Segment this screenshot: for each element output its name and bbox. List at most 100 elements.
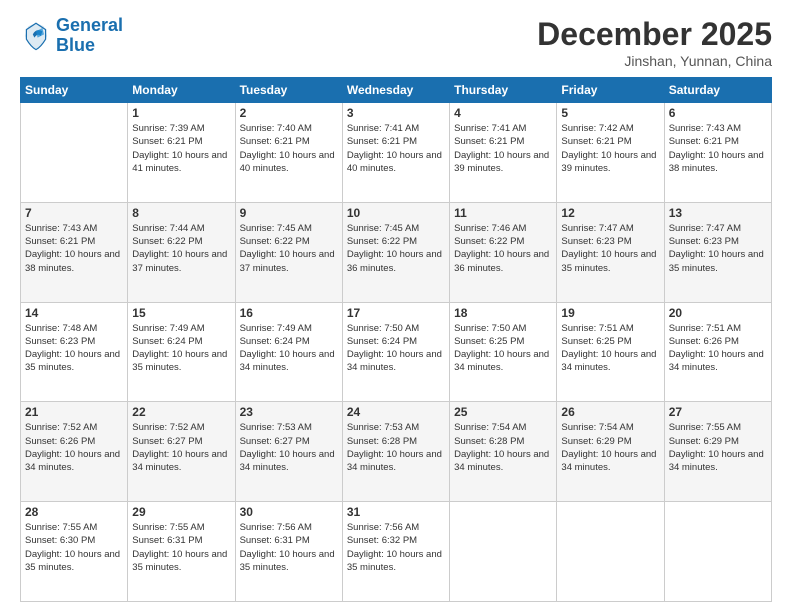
day-info: Sunrise: 7:45 AMSunset: 6:22 PMDaylight:…: [347, 222, 445, 275]
day-info: Sunrise: 7:51 AMSunset: 6:25 PMDaylight:…: [561, 322, 659, 375]
day-number: 22: [132, 405, 230, 419]
day-number: 27: [669, 405, 767, 419]
day-number: 15: [132, 306, 230, 320]
day-info: Sunrise: 7:47 AMSunset: 6:23 PMDaylight:…: [669, 222, 767, 275]
day-number: 18: [454, 306, 552, 320]
day-number: 26: [561, 405, 659, 419]
day-number: 17: [347, 306, 445, 320]
day-info: Sunrise: 7:50 AMSunset: 6:24 PMDaylight:…: [347, 322, 445, 375]
day-info: Sunrise: 7:55 AMSunset: 6:29 PMDaylight:…: [669, 421, 767, 474]
day-cell: 29 Sunrise: 7:55 AMSunset: 6:31 PMDayligh…: [128, 502, 235, 602]
day-info: Sunrise: 7:45 AMSunset: 6:22 PMDaylight:…: [240, 222, 338, 275]
day-number: 30: [240, 505, 338, 519]
day-cell: 5 Sunrise: 7:42 AMSunset: 6:21 PMDaylight…: [557, 103, 664, 203]
day-cell: 9 Sunrise: 7:45 AMSunset: 6:22 PMDaylight…: [235, 202, 342, 302]
day-info: Sunrise: 7:52 AMSunset: 6:27 PMDaylight:…: [132, 421, 230, 474]
weekday-header-monday: Monday: [128, 78, 235, 103]
weekday-header-thursday: Thursday: [450, 78, 557, 103]
day-cell: 14 Sunrise: 7:48 AMSunset: 6:23 PMDayligh…: [21, 302, 128, 402]
day-cell: 15Sunrise: 7:49 AMSunset: 6:24 PMDayligh…: [128, 302, 235, 402]
day-cell: 28 Sunrise: 7:55 AMSunset: 6:30 PMDayligh…: [21, 502, 128, 602]
day-number: 20: [669, 306, 767, 320]
day-cell: 25 Sunrise: 7:54 AMSunset: 6:28 PMDayligh…: [450, 402, 557, 502]
day-info: Sunrise: 7:50 AMSunset: 6:25 PMDaylight:…: [454, 322, 552, 375]
weekday-header-wednesday: Wednesday: [342, 78, 449, 103]
weekday-header-saturday: Saturday: [664, 78, 771, 103]
day-cell: 13 Sunrise: 7:47 AMSunset: 6:23 PMDayligh…: [664, 202, 771, 302]
day-number: 25: [454, 405, 552, 419]
day-cell: 1 Sunrise: 7:39 AMSunset: 6:21 PMDaylight…: [128, 103, 235, 203]
day-number: 6: [669, 106, 767, 120]
day-cell: [557, 502, 664, 602]
day-number: 23: [240, 405, 338, 419]
day-info: Sunrise: 7:43 AMSunset: 6:21 PMDaylight:…: [669, 122, 767, 175]
day-cell: 18 Sunrise: 7:50 AMSunset: 6:25 PMDayligh…: [450, 302, 557, 402]
day-cell: [664, 502, 771, 602]
month-title: December 2025: [537, 16, 772, 53]
calendar: SundayMondayTuesdayWednesdayThursdayFrid…: [20, 77, 772, 602]
day-cell: 19Sunrise: 7:51 AMSunset: 6:25 PMDayligh…: [557, 302, 664, 402]
day-cell: 22 Sunrise: 7:52 AMSunset: 6:27 PMDayligh…: [128, 402, 235, 502]
day-number: 1: [132, 106, 230, 120]
day-cell: 11 Sunrise: 7:46 AMSunset: 6:22 PMDayligh…: [450, 202, 557, 302]
day-info: Sunrise: 7:56 AMSunset: 6:31 PMDaylight:…: [240, 521, 338, 574]
day-number: 13: [669, 206, 767, 220]
day-cell: 3Sunrise: 7:41 AMSunset: 6:21 PMDaylight…: [342, 103, 449, 203]
day-cell: 10 Sunrise: 7:45 AMSunset: 6:22 PMDayligh…: [342, 202, 449, 302]
week-row-4: 28 Sunrise: 7:55 AMSunset: 6:30 PMDayligh…: [21, 502, 772, 602]
logo-text: General Blue: [56, 16, 123, 56]
day-info: Sunrise: 7:40 AMSunset: 6:21 PMDaylight:…: [240, 122, 338, 175]
logo-line1: General: [56, 15, 123, 35]
day-cell: 21Sunrise: 7:52 AMSunset: 6:26 PMDayligh…: [21, 402, 128, 502]
day-number: 7: [25, 206, 123, 220]
week-row-2: 14 Sunrise: 7:48 AMSunset: 6:23 PMDayligh…: [21, 302, 772, 402]
day-info: Sunrise: 7:55 AMSunset: 6:31 PMDaylight:…: [132, 521, 230, 574]
day-cell: [450, 502, 557, 602]
day-cell: 20 Sunrise: 7:51 AMSunset: 6:26 PMDayligh…: [664, 302, 771, 402]
day-info: Sunrise: 7:39 AMSunset: 6:21 PMDaylight:…: [132, 122, 230, 175]
day-info: Sunrise: 7:56 AMSunset: 6:32 PMDaylight:…: [347, 521, 445, 574]
day-number: 16: [240, 306, 338, 320]
day-cell: 23 Sunrise: 7:53 AMSunset: 6:27 PMDayligh…: [235, 402, 342, 502]
day-number: 11: [454, 206, 552, 220]
day-cell: 31 Sunrise: 7:56 AMSunset: 6:32 PMDayligh…: [342, 502, 449, 602]
day-number: 31: [347, 505, 445, 519]
day-info: Sunrise: 7:48 AMSunset: 6:23 PMDaylight:…: [25, 322, 123, 375]
title-block: December 2025 Jinshan, Yunnan, China: [537, 16, 772, 69]
day-info: Sunrise: 7:54 AMSunset: 6:28 PMDaylight:…: [454, 421, 552, 474]
day-info: Sunrise: 7:53 AMSunset: 6:28 PMDaylight:…: [347, 421, 445, 474]
day-number: 4: [454, 106, 552, 120]
day-info: Sunrise: 7:47 AMSunset: 6:23 PMDaylight:…: [561, 222, 659, 275]
day-cell: 17 Sunrise: 7:50 AMSunset: 6:24 PMDayligh…: [342, 302, 449, 402]
logo: General Blue: [20, 16, 123, 56]
page: General Blue December 2025 Jinshan, Yunn…: [0, 0, 792, 612]
day-info: Sunrise: 7:55 AMSunset: 6:30 PMDaylight:…: [25, 521, 123, 574]
day-info: Sunrise: 7:46 AMSunset: 6:22 PMDaylight:…: [454, 222, 552, 275]
day-cell: [21, 103, 128, 203]
day-info: Sunrise: 7:41 AMSunset: 6:21 PMDaylight:…: [454, 122, 552, 175]
day-number: 8: [132, 206, 230, 220]
day-info: Sunrise: 7:44 AMSunset: 6:22 PMDaylight:…: [132, 222, 230, 275]
day-number: 29: [132, 505, 230, 519]
weekday-header-row: SundayMondayTuesdayWednesdayThursdayFrid…: [21, 78, 772, 103]
day-cell: 30 Sunrise: 7:56 AMSunset: 6:31 PMDayligh…: [235, 502, 342, 602]
day-cell: 26Sunrise: 7:54 AMSunset: 6:29 PMDayligh…: [557, 402, 664, 502]
day-info: Sunrise: 7:53 AMSunset: 6:27 PMDaylight:…: [240, 421, 338, 474]
day-number: 28: [25, 505, 123, 519]
week-row-1: 7Sunrise: 7:43 AMSunset: 6:21 PMDaylight…: [21, 202, 772, 302]
header: General Blue December 2025 Jinshan, Yunn…: [20, 16, 772, 69]
day-number: 14: [25, 306, 123, 320]
day-number: 5: [561, 106, 659, 120]
day-number: 24: [347, 405, 445, 419]
day-number: 10: [347, 206, 445, 220]
day-number: 21: [25, 405, 123, 419]
day-info: Sunrise: 7:42 AMSunset: 6:21 PMDaylight:…: [561, 122, 659, 175]
day-cell: 4 Sunrise: 7:41 AMSunset: 6:21 PMDaylight…: [450, 103, 557, 203]
logo-icon: [20, 20, 52, 52]
day-info: Sunrise: 7:51 AMSunset: 6:26 PMDaylight:…: [669, 322, 767, 375]
week-row-3: 21Sunrise: 7:52 AMSunset: 6:26 PMDayligh…: [21, 402, 772, 502]
day-cell: 7Sunrise: 7:43 AMSunset: 6:21 PMDaylight…: [21, 202, 128, 302]
day-number: 9: [240, 206, 338, 220]
location: Jinshan, Yunnan, China: [537, 53, 772, 69]
weekday-header-tuesday: Tuesday: [235, 78, 342, 103]
